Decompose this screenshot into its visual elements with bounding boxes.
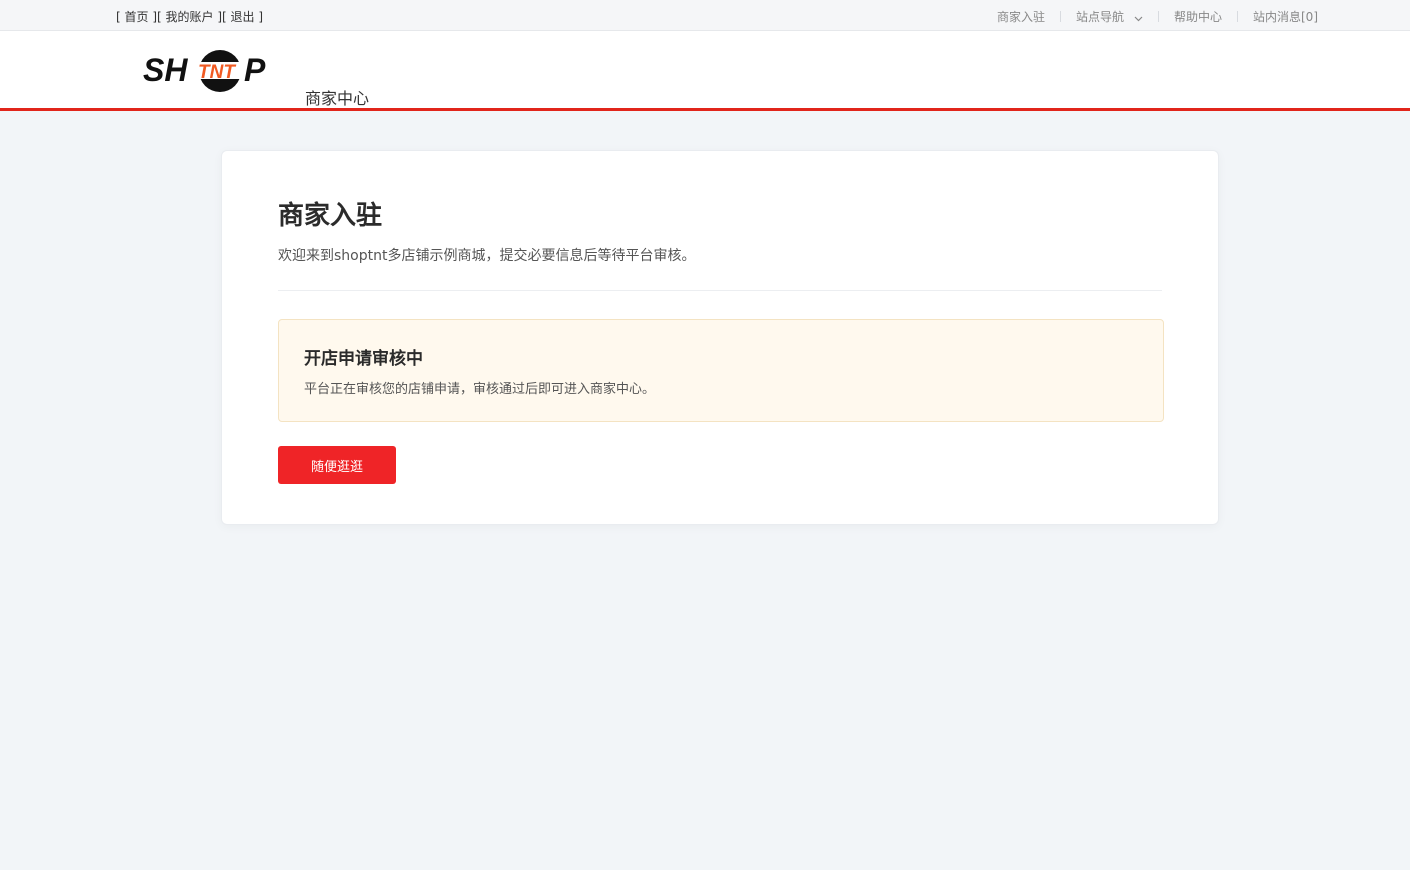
messages-link[interactable]: 站内消息[0] — [1253, 8, 1318, 25]
divider — [1237, 11, 1238, 22]
user-links: [ 首页 ][ 我的账户 ][ 退出 ] — [116, 8, 263, 25]
bracket: ] — [254, 10, 264, 24]
divider — [1059, 11, 1061, 22]
logo-text-left: SH — [143, 52, 188, 88]
review-status-notice: 开店申请审核中 平台正在审核您的店铺申请，审核通过后即可进入商家中心。 — [278, 319, 1164, 422]
merchant-join-link[interactable]: 商家入驻 — [997, 8, 1045, 25]
notice-title: 开店申请审核中 — [304, 349, 423, 369]
home-link[interactable]: 首页 — [125, 10, 149, 24]
shoptnt-logo[interactable]: SH TNT P — [143, 49, 269, 93]
site-header: SH TNT P 商家中心 — [0, 31, 1410, 111]
merchant-join-card: 商家入驻 欢迎来到shoptnt多店铺示例商城，提交必要信息后等待平台审核。 开… — [221, 150, 1219, 525]
browse-button[interactable]: 随便逛逛 — [278, 446, 396, 484]
site-nav-dropdown[interactable]: 站点导航 — [1076, 8, 1143, 25]
my-account-link[interactable]: 我的账户 — [166, 10, 214, 24]
notice-text: 平台正在审核您的店铺申请，审核通过后即可进入商家中心。 — [304, 382, 656, 397]
bracket: ][ — [148, 10, 166, 24]
site-nav-label: 站点导航 — [1075, 10, 1124, 24]
logout-link[interactable]: 退出 — [231, 10, 255, 24]
page-title: 商家入驻 — [278, 201, 383, 231]
top-utility-bar: [ 首页 ][ 我的账户 ][ 退出 ] 商家入驻 站点导航 帮助中心 站内消息… — [0, 0, 1410, 31]
site-links: 商家入驻 站点导航 帮助中心 站内消息[0] — [997, 8, 1318, 25]
logo-text-middle: TNT — [198, 62, 236, 83]
divider — [278, 290, 1162, 291]
chevron-down-icon — [1134, 11, 1143, 25]
bracket: ][ — [213, 10, 231, 24]
page-section-title: 商家中心 — [305, 89, 370, 108]
help-center-link[interactable]: 帮助中心 — [1174, 8, 1222, 25]
divider — [1157, 11, 1159, 22]
page-subtitle: 欢迎来到shoptnt多店铺示例商城，提交必要信息后等待平台审核。 — [278, 248, 696, 264]
logo-text-right: P — [244, 52, 266, 88]
bracket: [ — [116, 10, 125, 24]
